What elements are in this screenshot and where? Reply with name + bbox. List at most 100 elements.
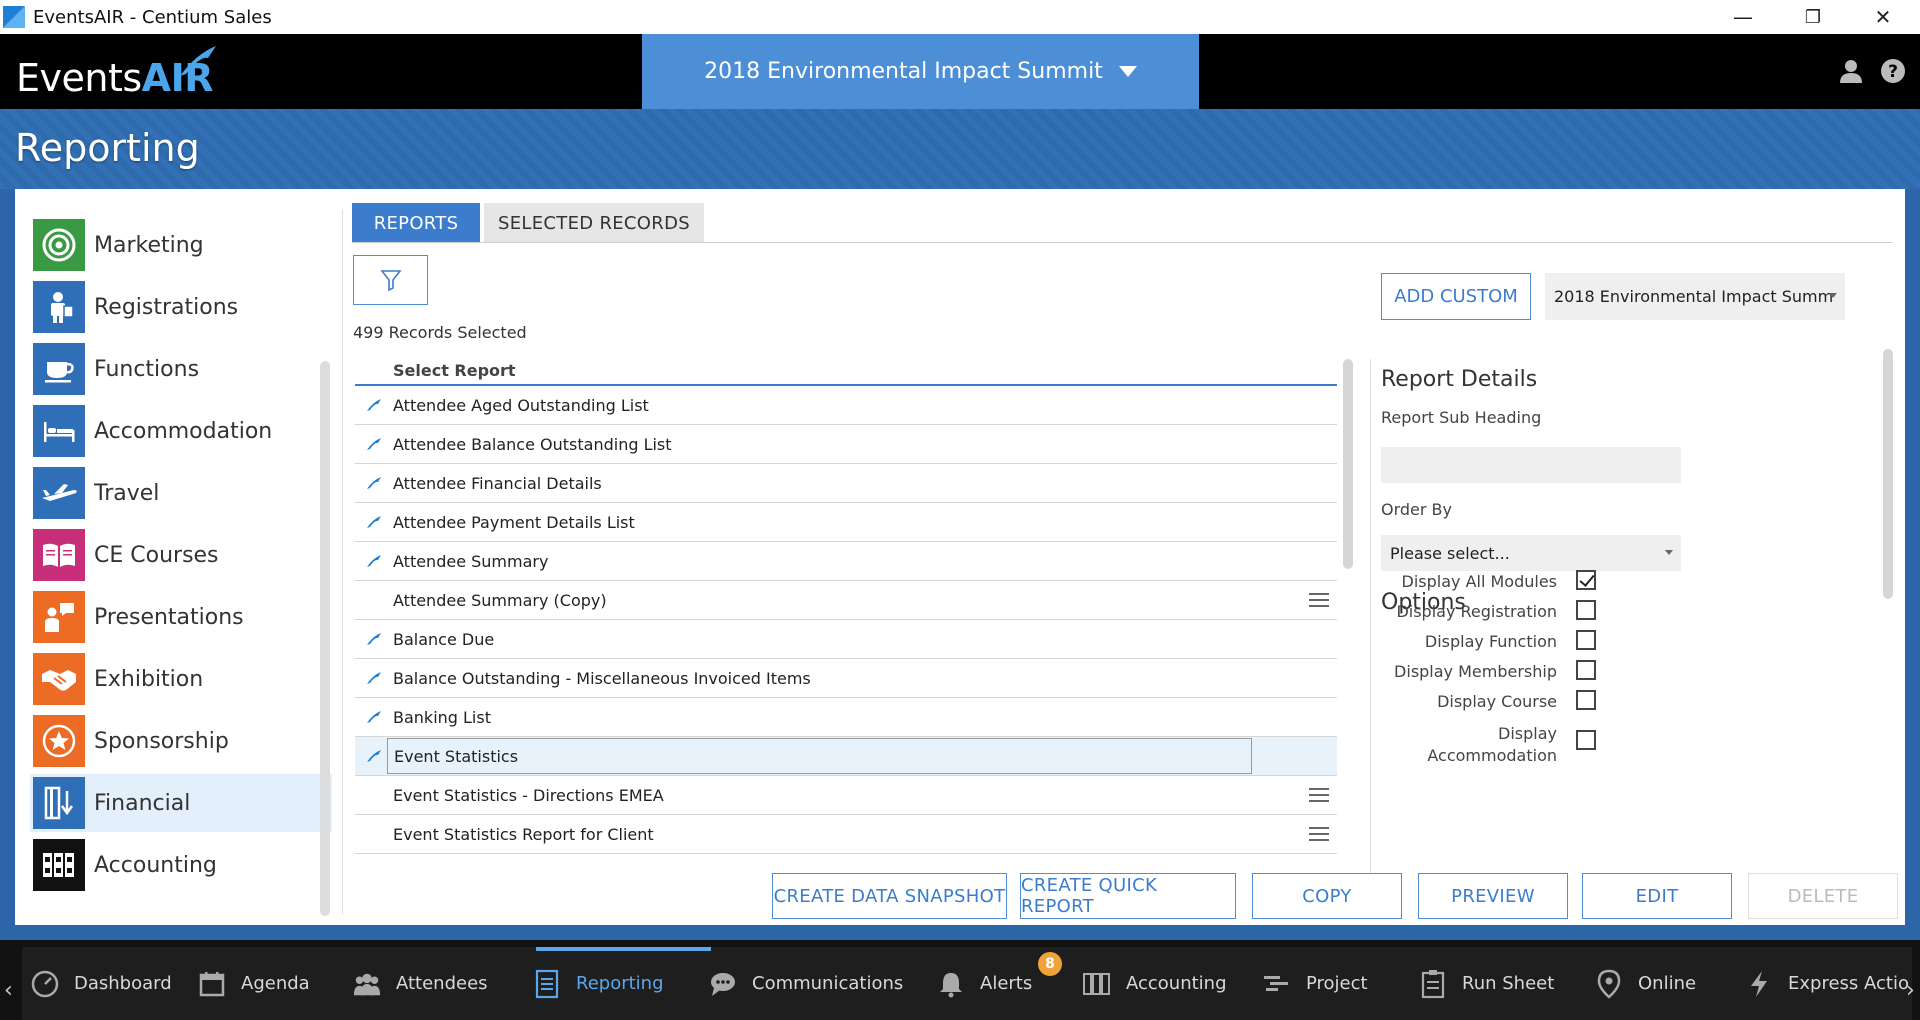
report-row[interactable]: Event Statistics Report for Client: [355, 815, 1337, 854]
restore-button[interactable]: ❐: [1778, 0, 1848, 34]
tab-selected-records[interactable]: SELECTED RECORDS: [484, 203, 704, 243]
nav-label: Run Sheet: [1462, 973, 1555, 994]
report-row[interactable]: Balance Outstanding - Miscellaneous Invo…: [355, 659, 1337, 698]
sub-heading-label: Report Sub Heading: [1381, 408, 1542, 427]
sidebar-item-label: Accounting: [94, 852, 217, 878]
event-selector-label: 2018 Environmental Impact Summit: [704, 59, 1103, 84]
nav-online[interactable]: Online: [1594, 947, 1696, 1020]
option-checkbox[interactable]: [1576, 690, 1596, 710]
report-row-label: Event Statistics - Directions EMEA: [393, 785, 664, 805]
sidebar-item-travel[interactable]: Travel: [30, 464, 332, 522]
system-report-icon: [355, 437, 393, 451]
report-row[interactable]: Event Statistics: [355, 737, 1337, 776]
book-icon: [33, 529, 85, 581]
nav-agenda[interactable]: Agenda: [197, 947, 310, 1020]
nav-dashboard[interactable]: Dashboard: [30, 947, 172, 1020]
report-row[interactable]: Attendee Summary (Copy): [355, 581, 1337, 620]
add-custom-button[interactable]: ADD CUSTOM: [1381, 273, 1531, 320]
option-checkbox[interactable]: [1576, 630, 1596, 650]
report-row[interactable]: Balance Due: [355, 620, 1337, 659]
option-label: Display Course: [1437, 692, 1557, 711]
sidebar-divider: [342, 209, 343, 914]
sidebar-item-financial[interactable]: Financial: [30, 774, 332, 832]
create-data-snapshot-button[interactable]: CREATE DATA SNAPSHOT: [772, 873, 1007, 919]
report-row[interactable]: Attendee Financial Details: [355, 464, 1337, 503]
report-row[interactable]: Attendee Balance Outstanding List: [355, 425, 1337, 464]
sidebar-item-accommodation[interactable]: Accommodation: [30, 402, 332, 460]
system-report-icon: [355, 632, 393, 646]
event-dropdown[interactable]: 2018 Environmental Impact Summ: [1545, 273, 1845, 320]
report-list: Select Report Attendee Aged Outstanding …: [355, 357, 1337, 854]
sidebar-item-sponsorship[interactable]: Sponsorship: [30, 712, 332, 770]
report-row[interactable]: Attendee Summary: [355, 542, 1337, 581]
option-checkbox[interactable]: [1576, 570, 1596, 590]
handshake-icon: [33, 653, 85, 705]
nav-label: Attendees: [396, 973, 488, 994]
page-title: Reporting: [15, 126, 200, 170]
sidebar-item-marketing[interactable]: Marketing: [30, 216, 332, 274]
dashboard-icon: [30, 969, 60, 999]
report-row-label: Attendee Summary (Copy): [393, 590, 607, 610]
sidebar-item-functions[interactable]: Functions: [30, 340, 332, 398]
nav-attendees[interactable]: Attendees: [352, 947, 488, 1020]
report-list-scrollbar[interactable]: [1343, 359, 1353, 569]
bottom-nav-inner: Dashboard Agenda Attendees Reporting Com…: [22, 947, 1912, 1020]
sidebar-item-accounting[interactable]: Accounting: [30, 836, 332, 894]
copy-button[interactable]: COPY: [1252, 873, 1402, 919]
sidebar-item-registrations[interactable]: Registrations: [30, 278, 332, 336]
details-scrollbar[interactable]: [1883, 349, 1893, 599]
row-menu-icon[interactable]: [1309, 593, 1329, 611]
sidebar-item-exhibition[interactable]: Exhibition: [30, 650, 332, 708]
report-row[interactable]: Attendee Payment Details List: [355, 503, 1337, 542]
row-menu-icon[interactable]: [1309, 788, 1329, 806]
option-checkbox[interactable]: [1576, 600, 1596, 620]
nav-project[interactable]: Project: [1262, 947, 1368, 1020]
nav-alerts[interactable]: Alerts: [936, 947, 1032, 1020]
minimize-button[interactable]: —: [1708, 0, 1778, 34]
option-label: Display Accommodation: [1427, 724, 1557, 765]
help-icon[interactable]: ?: [1880, 58, 1906, 84]
system-report-icon: [355, 398, 393, 412]
nav-label: Accounting: [1126, 973, 1227, 994]
logo-swoosh-icon: [180, 46, 216, 76]
people-icon: [352, 969, 382, 999]
close-button[interactable]: ✕: [1848, 0, 1918, 34]
system-report-icon: [355, 515, 393, 529]
report-row[interactable]: Attendee Aged Outstanding List: [355, 386, 1337, 425]
nav-accounting[interactable]: Accounting: [1082, 947, 1227, 1020]
preview-button[interactable]: PREVIEW: [1418, 873, 1568, 919]
edit-button[interactable]: EDIT: [1582, 873, 1732, 919]
ledger-icon: [1082, 969, 1112, 999]
event-selector[interactable]: 2018 Environmental Impact Summit: [642, 34, 1199, 109]
row-menu-icon[interactable]: [1309, 827, 1329, 845]
sidebar-item-label: Accommodation: [94, 418, 273, 444]
plane-icon: [33, 467, 85, 519]
nav-scroll-left-button[interactable]: ‹: [4, 978, 13, 1003]
nav-label: Dashboard: [74, 973, 172, 994]
order-by-select[interactable]: Please select...: [1381, 535, 1681, 571]
sidebar-item-presentations[interactable]: Presentations: [30, 588, 332, 646]
cup-icon: [33, 343, 85, 395]
sidebar-item-ce-courses[interactable]: CE Courses: [30, 526, 332, 584]
nav-run-sheet[interactable]: Run Sheet: [1418, 947, 1554, 1020]
sidebar-item-label: CE Courses: [94, 542, 219, 568]
user-icon[interactable]: [1838, 58, 1864, 84]
report-row[interactable]: Event Statistics - Directions EMEA: [355, 776, 1337, 815]
option-label: Display All Modules: [1401, 572, 1558, 591]
filter-icon: [379, 270, 402, 292]
sidebar-item-label: Financial: [94, 790, 191, 816]
option-checkbox[interactable]: [1576, 660, 1596, 680]
nav-communications[interactable]: Communications: [708, 947, 903, 1020]
option-checkbox[interactable]: [1576, 730, 1596, 750]
sidebar-item-label: Exhibition: [94, 666, 204, 692]
tab-reports[interactable]: REPORTS: [352, 203, 480, 243]
create-quick-report-button[interactable]: CREATE QUICK REPORT: [1020, 873, 1236, 919]
delete-button[interactable]: DELETE: [1748, 873, 1898, 919]
filter-button[interactable]: [353, 255, 428, 305]
nav-reporting[interactable]: Reporting: [532, 947, 664, 1020]
report-row[interactable]: Banking List: [355, 698, 1337, 737]
sub-heading-input[interactable]: [1381, 447, 1681, 483]
nav-express-actions[interactable]: Express Actio: [1744, 947, 1909, 1020]
sidebar-scrollbar[interactable]: [320, 361, 330, 916]
nav-scroll-right-button[interactable]: ›: [1906, 978, 1915, 1003]
